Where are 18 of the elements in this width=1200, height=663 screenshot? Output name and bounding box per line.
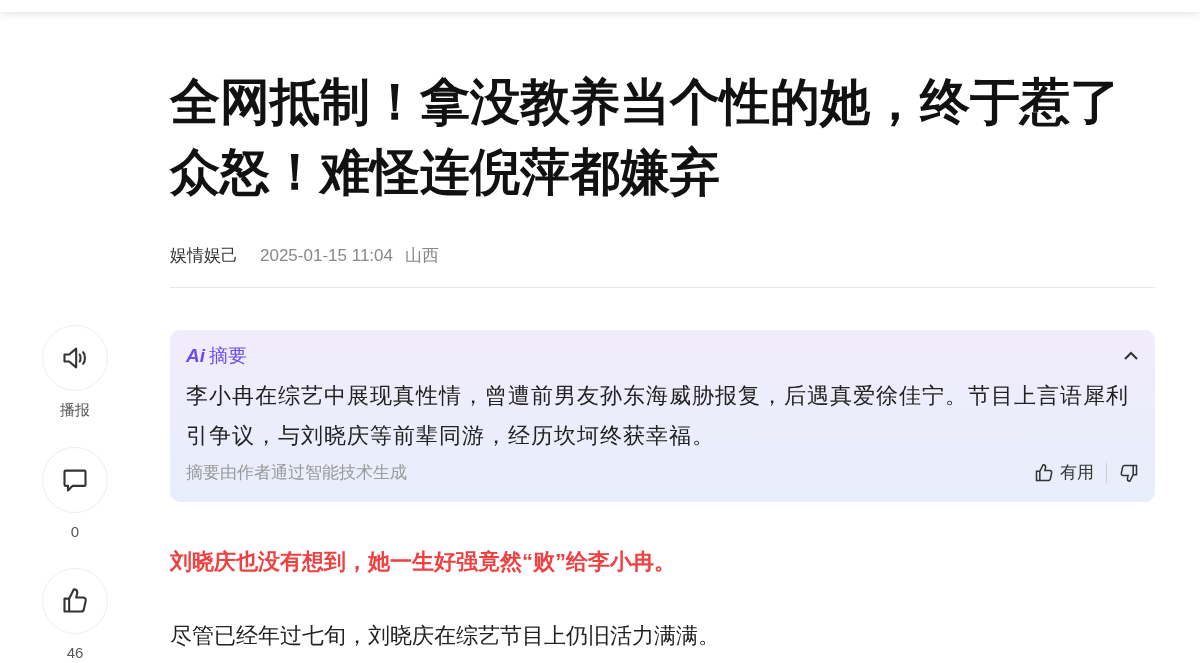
ai-label: Ai: [186, 343, 205, 368]
summary-text: 李小冉在综艺中展现真性情，曾遭前男友孙东海威胁报复，后遇真爱徐佳宁。节目上言语犀利引争议，与刘晓庆等前辈同游，经历坎坷终获幸福。: [186, 382, 1130, 450]
author-name[interactable]: 娱情娱己: [170, 243, 238, 269]
action-label: 46: [66, 643, 84, 663]
thumbs-down-icon[interactable]: [1119, 462, 1139, 483]
highlight-paragraph: 刘晓庆也没有想到，她一生好强竟然“败”给李小冉。: [170, 547, 677, 576]
action-label: 播报: [60, 400, 90, 420]
thumbs-up-icon: [61, 587, 89, 615]
caret-icon[interactable]: [1123, 350, 1139, 361]
thumbs-up-icon: [1034, 462, 1054, 483]
useful-button[interactable]: 有用: [1034, 460, 1094, 486]
article-title: 全网抵制！拿没教养当个性的她，终于惹了众怒！难怪连倪萍都嫌弃: [170, 73, 1121, 202]
summary-heading: 摘要: [209, 343, 247, 368]
summary-note: 摘要由作者通过智能技术生成: [186, 462, 407, 484]
body-paragraph: 尽管已经年过七旬，刘晓庆在综艺节目上仍旧活力满满。: [170, 621, 721, 650]
location-label: 山西: [404, 245, 439, 267]
action-label: 0: [70, 521, 80, 542]
publish-time: 2025-01-15 11:04: [260, 245, 393, 267]
